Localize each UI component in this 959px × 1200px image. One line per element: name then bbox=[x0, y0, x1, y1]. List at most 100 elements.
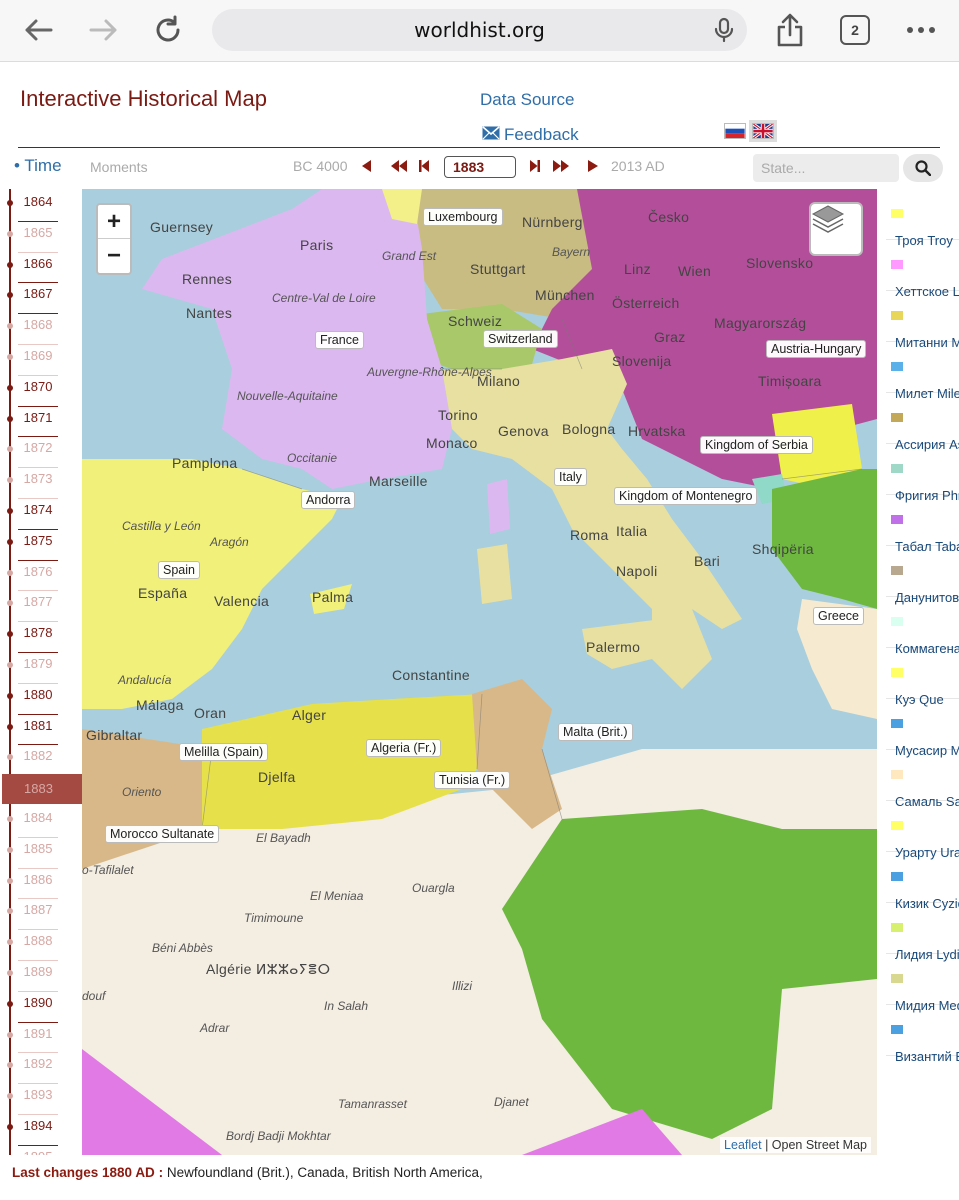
timeline-year[interactable]: 1889 bbox=[18, 961, 58, 992]
timeline-year-selected[interactable]: 1883 bbox=[2, 774, 82, 805]
timeline-year[interactable]: 1865 bbox=[18, 222, 58, 253]
layers-button[interactable] bbox=[809, 202, 863, 256]
timeline-year[interactable]: 1867 bbox=[18, 283, 58, 315]
legend-item[interactable]: Ассирия Assyria bbox=[886, 393, 959, 452]
feedback-link[interactable]: Feedback bbox=[482, 125, 579, 145]
zoom-in-button[interactable]: + bbox=[98, 205, 130, 239]
timeline-year[interactable]: 1874 bbox=[18, 499, 58, 530]
state-label-austria-hungary[interactable]: Austria-Hungary bbox=[766, 340, 867, 358]
tabs-icon[interactable]: 2 bbox=[840, 15, 870, 45]
state-label-andorra[interactable]: Andorra bbox=[301, 491, 356, 509]
timeline-year[interactable]: 1886 bbox=[18, 869, 58, 900]
legend-item[interactable]: Табал Tabal bbox=[886, 495, 959, 554]
search-button[interactable] bbox=[903, 154, 943, 182]
skip-forward-icon[interactable] bbox=[529, 159, 541, 176]
state-label-tunisia[interactable]: Tunisia (Fr.) bbox=[434, 771, 511, 789]
step-back-icon[interactable] bbox=[360, 159, 372, 176]
skip-back-icon[interactable] bbox=[418, 159, 430, 176]
timeline-year[interactable]: 1868 bbox=[18, 314, 58, 345]
timeline-year[interactable]: 1892 bbox=[18, 1053, 58, 1085]
timeline-year[interactable]: 1888 bbox=[18, 930, 58, 961]
timeline-year[interactable]: 1878 bbox=[18, 622, 58, 653]
timeline-year[interactable]: 1885 bbox=[18, 838, 58, 869]
timeline-year[interactable]: 1873 bbox=[18, 468, 58, 499]
state-search-input[interactable]: State... bbox=[753, 154, 899, 182]
legend-item[interactable]: Кизик Cyzicus bbox=[886, 852, 959, 911]
legend-item[interactable]: Самаль Samal bbox=[886, 750, 959, 809]
timeline-year[interactable]: 1890 bbox=[18, 992, 58, 1023]
state-label-greece[interactable]: Greece bbox=[813, 607, 864, 625]
legend-item[interactable]: Куэ Que bbox=[886, 648, 959, 707]
state-label-spain[interactable]: Spain bbox=[158, 561, 200, 579]
timeline-year[interactable]: 1887 bbox=[18, 899, 58, 931]
legend-item[interactable]: Урарту Urartu bbox=[886, 801, 959, 860]
reload-icon[interactable] bbox=[150, 12, 186, 48]
timeline-year[interactable]: 1870 bbox=[18, 376, 58, 407]
timeline-tick bbox=[7, 415, 13, 422]
zoom-out-button[interactable]: − bbox=[98, 239, 130, 273]
timeline-year[interactable]: 1875 bbox=[18, 530, 58, 561]
legend-item[interactable]: Троя Troy bbox=[886, 189, 959, 248]
timeline-year[interactable]: 1893 bbox=[18, 1084, 58, 1115]
state-label-france[interactable]: France bbox=[315, 331, 364, 349]
share-icon[interactable] bbox=[772, 12, 808, 48]
russian-flag-icon[interactable] bbox=[724, 123, 746, 139]
end-year-link[interactable]: 2013 AD bbox=[611, 158, 665, 174]
leaflet-link[interactable]: Leaflet bbox=[724, 1138, 762, 1152]
state-label-algeria[interactable]: Algeria (Fr.) bbox=[366, 739, 442, 757]
timeline-year[interactable]: 1869 bbox=[18, 345, 58, 376]
timeline-year[interactable]: 1864 bbox=[18, 191, 58, 222]
state-label-italy[interactable]: Italy bbox=[554, 468, 587, 486]
legend-swatch bbox=[891, 464, 903, 473]
historical-map[interactable]: + − Guernsey Paris Rennes Nantes Centre-… bbox=[82, 189, 877, 1155]
uk-flag-icon[interactable] bbox=[749, 120, 777, 142]
legend-item[interactable]: Фригия Phrygia bbox=[886, 444, 959, 503]
url-field[interactable]: worldhist.org bbox=[212, 9, 747, 51]
legend-item[interactable]: Данунитов Гос. Dununites State bbox=[886, 546, 959, 605]
timeline-year[interactable]: 1894 bbox=[18, 1115, 58, 1146]
state-label-kingdom-of-montenegro[interactable]: Kingdom of Montenegro bbox=[614, 487, 758, 505]
timeline-year[interactable]: 1872 bbox=[18, 437, 58, 469]
state-label-switzerland[interactable]: Switzerland bbox=[483, 330, 558, 348]
moments-tab[interactable]: Moments bbox=[90, 159, 148, 175]
legend-item[interactable]: Мидия Media bbox=[886, 954, 959, 1013]
timeline-year[interactable]: 1871 bbox=[18, 407, 58, 438]
legend-item[interactable]: Митанни Mitanni bbox=[886, 291, 959, 350]
legend-item[interactable]: Хеттское Царство Hittite Kingdom bbox=[886, 240, 959, 299]
timeline-year[interactable]: 1877 bbox=[18, 591, 58, 623]
state-label-malta[interactable]: Malta (Brit.) bbox=[558, 723, 633, 741]
timeline-year[interactable]: 1891 bbox=[18, 1023, 58, 1054]
timeline-year[interactable]: 1882 bbox=[18, 745, 58, 777]
timeline-year[interactable]: 1895 bbox=[18, 1146, 58, 1155]
legend-item[interactable]: Милет Miletus bbox=[886, 342, 959, 401]
microphone-icon[interactable] bbox=[711, 17, 737, 43]
timeline-year[interactable]: 1884 bbox=[18, 807, 58, 838]
state-label-kingdom-of-serbia[interactable]: Kingdom of Serbia bbox=[700, 436, 813, 454]
more-icon[interactable] bbox=[903, 12, 939, 48]
timeline-year[interactable]: 1881 bbox=[18, 715, 58, 746]
time-tab[interactable]: • Time bbox=[14, 156, 62, 176]
geo-label: Slovensko bbox=[746, 255, 814, 271]
forward-arrow-icon[interactable] bbox=[86, 12, 122, 48]
timeline-year[interactable]: 1879 bbox=[18, 653, 58, 684]
legend-item[interactable]: Лидия Lydia bbox=[886, 903, 959, 962]
step-forward-icon[interactable] bbox=[587, 159, 599, 176]
geo-label: Gibraltar bbox=[86, 727, 143, 743]
state-label-luxembourg[interactable]: Luxembourg bbox=[423, 208, 503, 226]
geo-label: Italia bbox=[616, 523, 648, 539]
timeline-year[interactable]: 1880 bbox=[18, 684, 58, 715]
legend-item[interactable]: Коммагена Commagene bbox=[886, 597, 959, 656]
data-source-link[interactable]: Data Source bbox=[480, 90, 575, 110]
back-arrow-icon[interactable] bbox=[20, 12, 56, 48]
start-year-link[interactable]: BC 4000 bbox=[293, 158, 347, 174]
legend-item[interactable]: Мусасир Musasir bbox=[886, 699, 959, 758]
legend-item[interactable]: Византий Byzantium bbox=[886, 1005, 959, 1064]
state-label-morocco[interactable]: Morocco Sultanate bbox=[105, 825, 220, 843]
timeline-year[interactable]: 1876 bbox=[18, 561, 58, 592]
timeline-year[interactable]: 1866 bbox=[18, 253, 58, 284]
fast-back-icon[interactable] bbox=[390, 159, 408, 176]
year-timeline[interactable]: 1864 1865 1866 1867 1868 1869 1870 1871 1872 1873… bbox=[0, 189, 82, 1155]
state-label-melilla[interactable]: Melilla (Spain) bbox=[179, 743, 269, 761]
fast-forward-icon[interactable] bbox=[552, 159, 570, 176]
year-input[interactable]: 1883 bbox=[444, 156, 516, 178]
